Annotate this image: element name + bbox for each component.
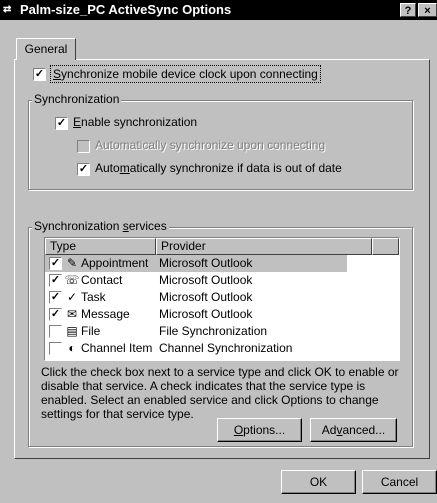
list-item[interactable]: ▤ File File Synchronization bbox=[45, 323, 399, 340]
service-provider: Channel Synchronization bbox=[159, 341, 293, 355]
services-description: Click the check box next to a service ty… bbox=[41, 365, 399, 421]
auto-sync-outdated-checkbox[interactable]: ✓ bbox=[77, 163, 90, 176]
service-checkbox[interactable] bbox=[49, 325, 62, 338]
title-bar: ⇄ Palm-size_PC ActiveSync Options ? × bbox=[0, 0, 437, 20]
column-header-provider[interactable]: Provider bbox=[156, 238, 372, 255]
list-item[interactable]: ✓ ✎ Appointment Microsoft Outlook bbox=[45, 255, 399, 272]
column-header-empty bbox=[372, 238, 399, 255]
service-type: Channel Item bbox=[81, 341, 153, 355]
window-title: Palm-size_PC ActiveSync Options bbox=[20, 2, 232, 17]
services-list[interactable]: Type Provider ✓ ✎ Appointment Microsoft … bbox=[44, 237, 400, 361]
service-checkbox[interactable]: ✓ bbox=[49, 274, 62, 287]
service-checkbox[interactable]: ✓ bbox=[49, 257, 62, 270]
cancel-button[interactable]: Cancel bbox=[362, 470, 437, 494]
auto-sync-outdated-label[interactable]: Automatically synchronize if data is out… bbox=[95, 161, 342, 175]
services-legend: Synchronization services bbox=[32, 219, 169, 233]
service-provider: Microsoft Outlook bbox=[159, 273, 253, 287]
list-item[interactable]: ◐ Channel Item Channel Synchronization bbox=[45, 340, 399, 357]
options-button[interactable]: Options... bbox=[217, 418, 302, 442]
service-checkbox[interactable] bbox=[49, 342, 62, 355]
enable-sync-label[interactable]: Enable synchronization bbox=[73, 115, 197, 129]
service-checkbox[interactable]: ✓ bbox=[49, 291, 62, 304]
auto-sync-connect-label: Automatically synchronize upon connectin… bbox=[95, 138, 326, 152]
column-header-type[interactable]: Type bbox=[45, 238, 156, 255]
help-button[interactable]: ? bbox=[400, 3, 416, 17]
file-icon: ▤ bbox=[66, 324, 78, 338]
service-provider: Microsoft Outlook bbox=[159, 307, 253, 321]
sync-clock-label[interactable]: Synchronize mobile device clock upon con… bbox=[50, 65, 321, 83]
advanced-button[interactable]: Advanced... bbox=[310, 418, 397, 442]
tab-general[interactable]: General bbox=[16, 38, 76, 60]
service-type: Appointment bbox=[81, 256, 149, 270]
close-button[interactable]: × bbox=[418, 3, 437, 17]
service-provider: File Synchronization bbox=[159, 324, 268, 338]
service-type: File bbox=[81, 324, 101, 338]
service-type: Message bbox=[81, 307, 130, 321]
message-icon: ✉ bbox=[66, 307, 78, 321]
service-provider: Microsoft Outlook bbox=[159, 290, 253, 304]
service-provider: Microsoft Outlook bbox=[159, 256, 253, 270]
activesync-app-icon[interactable]: ⇄ bbox=[3, 3, 17, 17]
auto-sync-connect-checkbox[interactable] bbox=[77, 140, 90, 153]
channel-icon: ◐ bbox=[68, 341, 76, 355]
tab-general-label: General bbox=[24, 42, 68, 56]
appointment-icon: ✎ bbox=[66, 256, 78, 270]
enable-sync-checkbox[interactable]: ✓ bbox=[55, 117, 68, 130]
ok-button[interactable]: OK bbox=[281, 470, 356, 494]
service-type: Task bbox=[81, 290, 106, 304]
synchronization-legend: Synchronization bbox=[32, 92, 122, 106]
sync-clock-checkbox[interactable]: ✓ bbox=[33, 68, 46, 81]
list-item[interactable]: ✓ ✓ Task Microsoft Outlook bbox=[45, 289, 399, 306]
list-item[interactable]: ✓ ✉ Message Microsoft Outlook bbox=[45, 306, 399, 323]
task-icon: ✓ bbox=[66, 290, 78, 304]
service-type: Contact bbox=[81, 273, 123, 287]
list-item[interactable]: ✓ ☏ Contact Microsoft Outlook bbox=[45, 272, 399, 289]
service-checkbox[interactable]: ✓ bbox=[49, 308, 62, 321]
contact-icon: ☏ bbox=[64, 273, 80, 287]
